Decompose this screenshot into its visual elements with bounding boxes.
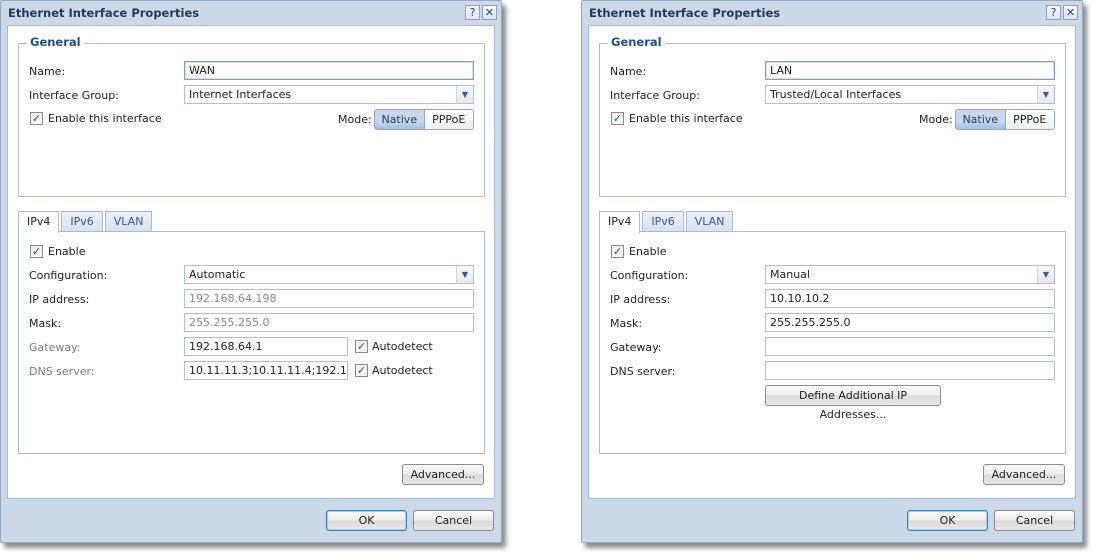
configuration-label: Configuration: (29, 269, 108, 282)
dialog-body: General Name: WAN Interface Group: Inter… (7, 25, 495, 499)
mode-pppoe-option[interactable]: PPPoE (1004, 110, 1054, 129)
tab-bar: IPv4 IPv6 VLAN (18, 211, 154, 233)
name-input[interactable]: WAN (184, 61, 474, 80)
dns-server-input[interactable]: 10.11.11.3;10.11.11.4;192.168.1 (184, 361, 348, 380)
general-group: General Name: LAN Interface Group: Trust… (599, 35, 1066, 197)
title-bar[interactable]: Ethernet Interface Properties ? ✕ (1, 1, 501, 25)
dialog-title: Ethernet Interface Properties (8, 6, 200, 20)
dialog-title: Ethernet Interface Properties (589, 6, 781, 20)
ok-button[interactable]: OK (326, 510, 407, 531)
enable-interface-label: Enable this interface (48, 112, 162, 125)
tab-ipv6[interactable]: IPv6 (642, 211, 684, 232)
title-bar[interactable]: Ethernet Interface Properties ? ✕ (582, 1, 1082, 25)
close-icon[interactable]: ✕ (1063, 5, 1078, 20)
ip-address-input[interactable]: 10.10.10.2 (765, 289, 1055, 308)
ipv4-enable-checkbox[interactable]: ✓ (611, 245, 624, 258)
name-label: Name: (610, 65, 647, 78)
dns-autodetect-label: Autodetect (372, 364, 433, 377)
general-legend: General (27, 35, 84, 49)
ipv4-enable-label: Enable (48, 245, 86, 258)
interface-group-label: Interface Group: (29, 89, 119, 102)
interface-group-label: Interface Group: (610, 89, 700, 102)
general-legend: General (608, 35, 665, 49)
gateway-autodetect-checkbox[interactable]: ✓ (355, 340, 368, 353)
tab-bar: IPv4 IPv6 VLAN (599, 211, 735, 233)
interface-group-value: Internet Interfaces (189, 88, 292, 101)
cancel-button[interactable]: Cancel (413, 510, 494, 531)
ip-address-label: IP address: (610, 293, 671, 306)
mask-label: Mask: (29, 317, 62, 330)
dns-server-label: DNS server: (29, 365, 95, 378)
configuration-label: Configuration: (610, 269, 689, 282)
interface-group-value: Trusted/Local Interfaces (770, 88, 902, 101)
help-icon[interactable]: ? (1046, 5, 1061, 20)
ip-address-input[interactable]: 192.168.64.198 (184, 289, 474, 308)
tab-ipv4[interactable]: IPv4 (18, 211, 60, 233)
chevron-down-icon[interactable]: ▼ (456, 86, 473, 103)
configuration-value: Automatic (189, 268, 246, 281)
configuration-select[interactable]: Manual ▼ (765, 265, 1055, 284)
mask-label: Mask: (610, 317, 643, 330)
ipv4-enable-checkbox[interactable]: ✓ (30, 245, 43, 258)
interface-group-select[interactable]: Internet Interfaces ▼ (184, 85, 474, 104)
gateway-label: Gateway: (610, 341, 662, 354)
gateway-autodetect-label: Autodetect (372, 340, 433, 353)
cancel-button[interactable]: Cancel (994, 510, 1075, 531)
tab-vlan[interactable]: VLAN (685, 211, 734, 232)
mode-pppoe-option[interactable]: PPPoE (423, 110, 473, 129)
mode-label: Mode: (919, 113, 953, 126)
mask-input[interactable]: 255.255.255.0 (765, 313, 1055, 332)
lan-dialog: Ethernet Interface Properties ? ✕ Genera… (581, 0, 1083, 543)
mode-native-option[interactable]: Native (956, 110, 1005, 129)
mode-label: Mode: (338, 113, 372, 126)
help-icon[interactable]: ? (465, 5, 480, 20)
enable-interface-label: Enable this interface (629, 112, 743, 125)
interface-group-select[interactable]: Trusted/Local Interfaces ▼ (765, 85, 1055, 104)
mask-input[interactable]: 255.255.255.0 (184, 313, 474, 332)
configuration-select[interactable]: Automatic ▼ (184, 265, 474, 284)
gateway-input[interactable]: 192.168.64.1 (184, 337, 348, 356)
name-label: Name: (29, 65, 66, 78)
define-additional-ip-button[interactable]: Define Additional IP Addresses... (765, 385, 941, 421)
ipv4-enable-label: Enable (629, 245, 667, 258)
close-icon[interactable]: ✕ (482, 5, 497, 20)
advanced-button[interactable]: Advanced... (402, 464, 484, 485)
enable-interface-checkbox[interactable]: ✓ (30, 112, 43, 125)
general-group: General Name: WAN Interface Group: Inter… (18, 35, 485, 197)
advanced-button[interactable]: Advanced... (983, 464, 1065, 485)
mode-toggle[interactable]: Native PPPoE (955, 109, 1055, 130)
gateway-label: Gateway: (29, 341, 81, 354)
dns-autodetect-checkbox[interactable]: ✓ (355, 364, 368, 377)
gateway-input[interactable] (765, 337, 1055, 356)
ok-button[interactable]: OK (907, 510, 988, 531)
name-input[interactable]: LAN (765, 61, 1055, 80)
ipv4-panel: ✓ Enable Configuration: Manual ▼ IP addr… (599, 231, 1066, 454)
chevron-down-icon[interactable]: ▼ (456, 266, 473, 283)
dns-server-label: DNS server: (610, 365, 676, 378)
dns-server-input[interactable] (765, 361, 1055, 380)
tab-vlan[interactable]: VLAN (104, 211, 153, 232)
tab-ipv4[interactable]: IPv4 (599, 211, 641, 233)
chevron-down-icon[interactable]: ▼ (1037, 86, 1054, 103)
configuration-value: Manual (770, 268, 810, 281)
ip-address-label: IP address: (29, 293, 90, 306)
tab-ipv6[interactable]: IPv6 (61, 211, 103, 232)
mode-native-option[interactable]: Native (375, 110, 424, 129)
dialog-body: General Name: LAN Interface Group: Trust… (588, 25, 1076, 499)
ipv4-panel: ✓ Enable Configuration: Automatic ▼ IP a… (18, 231, 485, 454)
wan-dialog: Ethernet Interface Properties ? ✕ Genera… (0, 0, 502, 543)
enable-interface-checkbox[interactable]: ✓ (611, 112, 624, 125)
chevron-down-icon[interactable]: ▼ (1037, 266, 1054, 283)
mode-toggle[interactable]: Native PPPoE (374, 109, 474, 130)
